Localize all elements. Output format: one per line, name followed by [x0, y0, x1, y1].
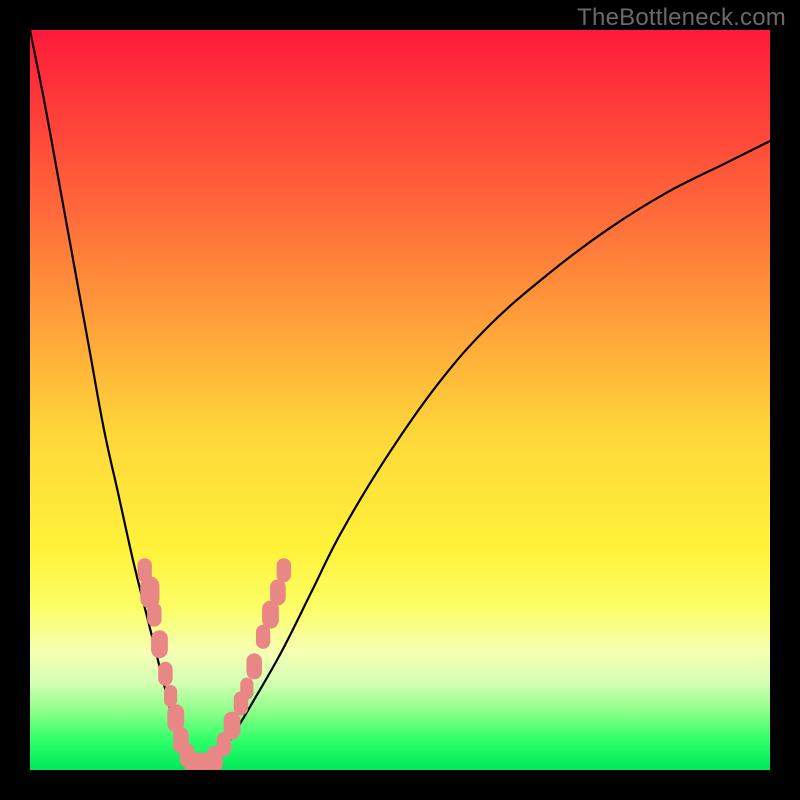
- curve-marker: [147, 603, 161, 627]
- curve-marker: [164, 685, 177, 707]
- curve-marker: [246, 653, 262, 679]
- curve-marker: [151, 630, 168, 658]
- curve-marker: [256, 625, 270, 649]
- curve-markers: [138, 558, 292, 770]
- curve-marker: [270, 579, 286, 605]
- curve-marker: [158, 662, 172, 686]
- watermark-text: TheBottleneck.com: [577, 4, 786, 32]
- bottleneck-curve-svg: [30, 30, 770, 770]
- curve-marker: [240, 678, 253, 700]
- chart-plot-area: [30, 30, 770, 770]
- curve-marker: [277, 558, 291, 582]
- bottleneck-curve-path: [30, 30, 770, 770]
- curve-marker: [224, 712, 241, 740]
